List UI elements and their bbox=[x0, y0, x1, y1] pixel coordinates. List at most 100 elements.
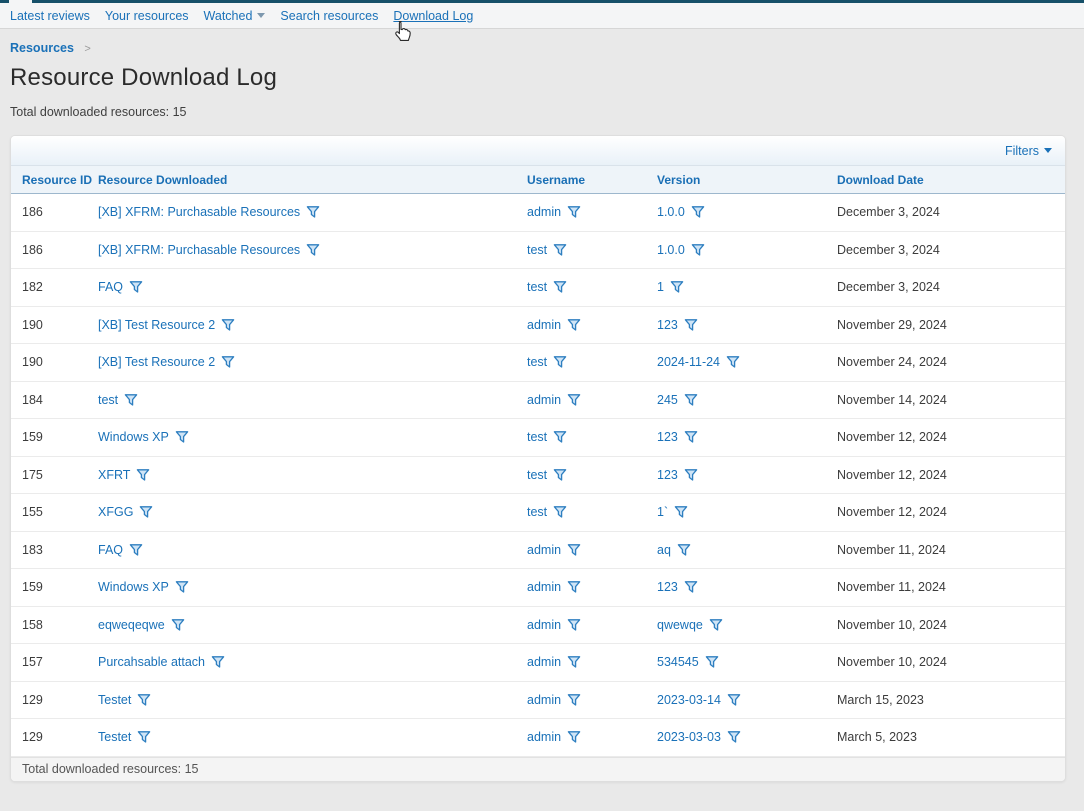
filter-funnel-icon[interactable] bbox=[175, 580, 189, 594]
filter-funnel-icon[interactable] bbox=[726, 355, 740, 369]
resource-link[interactable]: Windows XP bbox=[98, 430, 189, 444]
filter-funnel-icon[interactable] bbox=[670, 280, 684, 294]
version-link[interactable]: aq bbox=[657, 543, 691, 557]
filter-funnel-icon[interactable] bbox=[137, 693, 151, 707]
version-link[interactable]: 2024-11-24 bbox=[657, 355, 740, 369]
nav-latest-reviews[interactable]: Latest reviews bbox=[10, 9, 90, 23]
resource-link[interactable]: [XB] XFRM: Purchasable Resources bbox=[98, 205, 320, 219]
filter-funnel-icon[interactable] bbox=[684, 393, 698, 407]
username-link[interactable]: test bbox=[527, 430, 567, 444]
username-link[interactable]: test bbox=[527, 468, 567, 482]
username-link[interactable]: admin bbox=[527, 730, 581, 744]
username-link[interactable]: admin bbox=[527, 205, 581, 219]
filter-funnel-icon[interactable] bbox=[553, 280, 567, 294]
filter-funnel-icon[interactable] bbox=[705, 655, 719, 669]
filter-funnel-icon[interactable] bbox=[727, 730, 741, 744]
filter-funnel-icon[interactable] bbox=[553, 243, 567, 257]
filter-funnel-icon[interactable] bbox=[567, 543, 581, 557]
version-link[interactable]: 534545 bbox=[657, 655, 719, 669]
filter-funnel-icon[interactable] bbox=[674, 505, 688, 519]
filter-funnel-icon[interactable] bbox=[129, 543, 143, 557]
resource-link[interactable]: Testet bbox=[98, 693, 151, 707]
version-link[interactable]: 123 bbox=[657, 430, 698, 444]
username-link[interactable]: admin bbox=[527, 618, 581, 632]
version-link[interactable]: 2023-03-14 bbox=[657, 693, 741, 707]
filter-funnel-icon[interactable] bbox=[567, 205, 581, 219]
filter-funnel-icon[interactable] bbox=[709, 618, 723, 632]
filter-funnel-icon[interactable] bbox=[677, 543, 691, 557]
username-link[interactable]: admin bbox=[527, 580, 581, 594]
resource-link[interactable]: Testet bbox=[98, 730, 151, 744]
username-link[interactable]: test bbox=[527, 280, 567, 294]
version-link[interactable]: 123 bbox=[657, 580, 698, 594]
filter-funnel-icon[interactable] bbox=[139, 505, 153, 519]
filter-funnel-icon[interactable] bbox=[567, 618, 581, 632]
filters-menu-button[interactable]: Filters bbox=[1005, 144, 1052, 158]
filter-funnel-icon[interactable] bbox=[691, 205, 705, 219]
username-link[interactable]: test bbox=[527, 355, 567, 369]
resource-link[interactable]: Windows XP bbox=[98, 580, 189, 594]
username-link[interactable]: admin bbox=[527, 318, 581, 332]
nav-download-log[interactable]: Download Log bbox=[393, 9, 473, 23]
resource-link[interactable]: [XB] XFRM: Purchasable Resources bbox=[98, 243, 320, 257]
filter-funnel-icon[interactable] bbox=[211, 655, 225, 669]
filter-funnel-icon[interactable] bbox=[553, 505, 567, 519]
filter-funnel-icon[interactable] bbox=[124, 393, 138, 407]
version-link[interactable]: qwewqe bbox=[657, 618, 723, 632]
table-row: 157 Purcahsable attach admin 534545 bbox=[11, 644, 1065, 682]
filter-funnel-icon[interactable] bbox=[567, 393, 581, 407]
username-link[interactable]: admin bbox=[527, 543, 581, 557]
resource-link[interactable]: [XB] Test Resource 2 bbox=[98, 318, 235, 332]
breadcrumb-resources-link[interactable]: Resources bbox=[10, 41, 74, 55]
username-link[interactable]: admin bbox=[527, 393, 581, 407]
version-link[interactable]: 245 bbox=[657, 393, 698, 407]
username-link[interactable]: test bbox=[527, 243, 567, 257]
filter-funnel-icon[interactable] bbox=[567, 655, 581, 669]
filter-funnel-icon[interactable] bbox=[221, 355, 235, 369]
version-link[interactable]: 1.0.0 bbox=[657, 243, 705, 257]
filter-funnel-icon[interactable] bbox=[567, 693, 581, 707]
filter-funnel-icon[interactable] bbox=[684, 468, 698, 482]
filter-funnel-icon[interactable] bbox=[129, 280, 143, 294]
filter-funnel-icon[interactable] bbox=[567, 318, 581, 332]
filter-funnel-icon[interactable] bbox=[691, 243, 705, 257]
version-link[interactable]: 123 bbox=[657, 318, 698, 332]
filter-funnel-icon[interactable] bbox=[553, 430, 567, 444]
nav-watched[interactable]: Watched bbox=[204, 9, 266, 23]
version-link[interactable]: 1.0.0 bbox=[657, 205, 705, 219]
resource-link[interactable]: Purcahsable attach bbox=[98, 655, 225, 669]
filter-funnel-icon[interactable] bbox=[684, 318, 698, 332]
filter-funnel-icon[interactable] bbox=[567, 730, 581, 744]
resource-link[interactable]: XFRT bbox=[98, 468, 150, 482]
version-link[interactable]: 1 bbox=[657, 280, 684, 294]
version-link[interactable]: 123 bbox=[657, 468, 698, 482]
filter-funnel-icon[interactable] bbox=[727, 693, 741, 707]
filter-funnel-icon[interactable] bbox=[136, 468, 150, 482]
filter-funnel-icon[interactable] bbox=[567, 580, 581, 594]
resource-link[interactable]: test bbox=[98, 393, 138, 407]
filter-funnel-icon[interactable] bbox=[137, 730, 151, 744]
filter-funnel-icon[interactable] bbox=[553, 355, 567, 369]
nav-search-resources[interactable]: Search resources bbox=[280, 9, 378, 23]
resource-link[interactable]: FAQ bbox=[98, 280, 143, 294]
version-link[interactable]: 2023-03-03 bbox=[657, 730, 741, 744]
filter-funnel-icon[interactable] bbox=[221, 318, 235, 332]
resource-link[interactable]: eqweqeqwe bbox=[98, 618, 185, 632]
filter-funnel-icon[interactable] bbox=[553, 468, 567, 482]
filter-funnel-icon[interactable] bbox=[684, 580, 698, 594]
resource-link[interactable]: [XB] Test Resource 2 bbox=[98, 355, 235, 369]
filter-funnel-icon[interactable] bbox=[171, 618, 185, 632]
filter-funnel-icon[interactable] bbox=[306, 205, 320, 219]
table-footer-total-text: Total downloaded resources: 15 bbox=[22, 762, 199, 776]
username-link[interactable]: test bbox=[527, 505, 567, 519]
username-link[interactable]: admin bbox=[527, 655, 581, 669]
filter-funnel-icon[interactable] bbox=[306, 243, 320, 257]
resource-link[interactable]: FAQ bbox=[98, 543, 143, 557]
resource-id-cell: 190 bbox=[11, 355, 98, 369]
filter-funnel-icon[interactable] bbox=[175, 430, 189, 444]
version-link[interactable]: 1` bbox=[657, 505, 688, 519]
filter-funnel-icon[interactable] bbox=[684, 430, 698, 444]
username-link[interactable]: admin bbox=[527, 693, 581, 707]
nav-your-resources[interactable]: Your resources bbox=[105, 9, 189, 23]
resource-link[interactable]: XFGG bbox=[98, 505, 153, 519]
